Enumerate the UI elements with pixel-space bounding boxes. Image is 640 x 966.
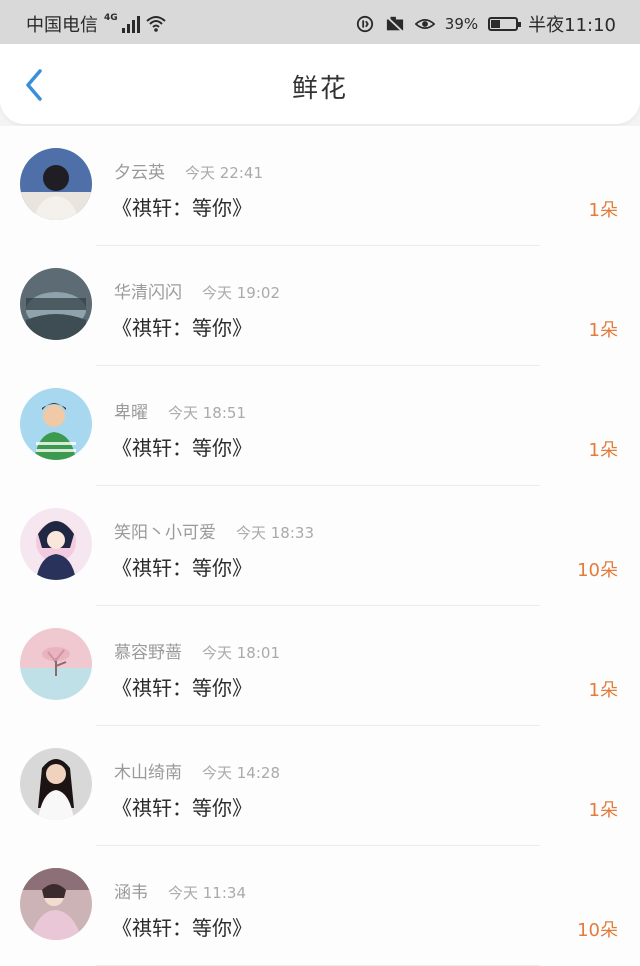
message-text: 《祺轩：等你》 bbox=[112, 796, 252, 820]
send-time: 今天 11:34 bbox=[168, 884, 246, 902]
sender-info: 慕容野蔷 今天 18:01 bbox=[114, 638, 280, 663]
flower-count: 1朵 bbox=[588, 320, 618, 341]
list-item[interactable]: 华清闪闪 今天 19:02 《祺轩：等你》 1朵 bbox=[0, 246, 640, 366]
sender-name: 木山绮南 bbox=[114, 763, 182, 783]
wifi-icon bbox=[145, 16, 166, 32]
data-saver-icon bbox=[356, 15, 373, 33]
flower-count: 1朵 bbox=[588, 440, 618, 461]
header: 鲜花 bbox=[0, 44, 640, 124]
page-title: 鲜花 bbox=[291, 74, 348, 104]
list-item[interactable]: 涵韦 今天 11:34 《祺轩：等你》 10朵 bbox=[0, 846, 640, 966]
list-item[interactable]: 卑曜 今天 18:51 《祺轩：等你》 1朵 bbox=[0, 366, 640, 486]
clock: 半夜11:10 bbox=[528, 15, 616, 36]
list-item[interactable]: 慕容野蔷 今天 18:01 《祺轩：等你》 1朵 bbox=[0, 606, 640, 726]
send-time: 今天 14:28 bbox=[202, 764, 280, 782]
sender-name: 慕容野蔷 bbox=[114, 643, 182, 663]
avatar[interactable] bbox=[20, 388, 92, 460]
flower-count: 10朵 bbox=[577, 560, 618, 581]
battery-percent: 39% bbox=[444, 15, 479, 33]
status-bar: 中国电信 4G 39% 半夜11:10 bbox=[0, 0, 640, 44]
message-text: 《祺轩：等你》 bbox=[112, 676, 252, 700]
send-time: 今天 19:02 bbox=[202, 284, 280, 302]
avatar[interactable] bbox=[20, 868, 92, 940]
avatar[interactable] bbox=[20, 508, 92, 580]
avatar[interactable] bbox=[20, 148, 92, 220]
status-bar-left: 中国电信 4G bbox=[26, 11, 166, 37]
flower-count: 10朵 bbox=[577, 920, 618, 941]
message-text: 《祺轩：等你》 bbox=[112, 316, 252, 340]
sender-info: 华清闪闪 今天 19:02 bbox=[114, 278, 280, 303]
message-text: 《祺轩：等你》 bbox=[112, 436, 252, 460]
avatar[interactable] bbox=[20, 268, 92, 340]
flower-count: 1朵 bbox=[588, 800, 618, 821]
sender-info: 夕云英 今天 22:41 bbox=[114, 158, 263, 183]
carrier-name: 中国电信 bbox=[26, 15, 98, 36]
eye-comfort-icon bbox=[414, 19, 435, 29]
sender-info: 涵韦 今天 11:34 bbox=[114, 878, 246, 903]
sender-name: 卑曜 bbox=[114, 403, 148, 423]
flower-record-list: 夕云英 今天 22:41 《祺轩：等你》 1朵 华清闪闪 今天 19:02 《祺轩：… bbox=[0, 126, 640, 966]
sender-name: 笑阳丶小可爱 bbox=[114, 523, 216, 543]
message-text: 《祺轩：等你》 bbox=[112, 196, 252, 220]
sender-name: 涵韦 bbox=[114, 883, 148, 903]
silent-mode-icon bbox=[386, 16, 404, 33]
message-text: 《祺轩：等你》 bbox=[112, 556, 252, 580]
sender-name: 夕云英 bbox=[114, 163, 165, 183]
send-time: 今天 18:33 bbox=[236, 524, 314, 542]
list-item[interactable]: 木山绮南 今天 14:28 《祺轩：等你》 1朵 bbox=[0, 726, 640, 846]
status-bar-right: 39% 半夜11:10 bbox=[355, 11, 616, 37]
send-time: 今天 18:51 bbox=[168, 404, 246, 422]
sender-info: 卑曜 今天 18:51 bbox=[114, 398, 246, 423]
sender-info: 笑阳丶小可爱 今天 18:33 bbox=[114, 518, 314, 543]
list-item[interactable]: 夕云英 今天 22:41 《祺轩：等你》 1朵 bbox=[0, 126, 640, 246]
list-item[interactable]: 笑阳丶小可爱 今天 18:33 《祺轩：等你》 10朵 bbox=[0, 486, 640, 606]
send-time: 今天 18:01 bbox=[202, 644, 280, 662]
avatar[interactable] bbox=[20, 748, 92, 820]
flower-count: 1朵 bbox=[588, 200, 618, 221]
send-time: 今天 22:41 bbox=[185, 164, 263, 182]
avatar[interactable] bbox=[20, 628, 92, 700]
message-text: 《祺轩：等你》 bbox=[112, 916, 252, 940]
sender-info: 木山绮南 今天 14:28 bbox=[114, 758, 280, 783]
flower-count: 1朵 bbox=[588, 680, 618, 701]
battery-icon bbox=[488, 17, 522, 31]
signal-icon bbox=[121, 15, 140, 33]
sender-name: 华清闪闪 bbox=[114, 283, 182, 303]
network-type: 4G bbox=[104, 13, 118, 23]
